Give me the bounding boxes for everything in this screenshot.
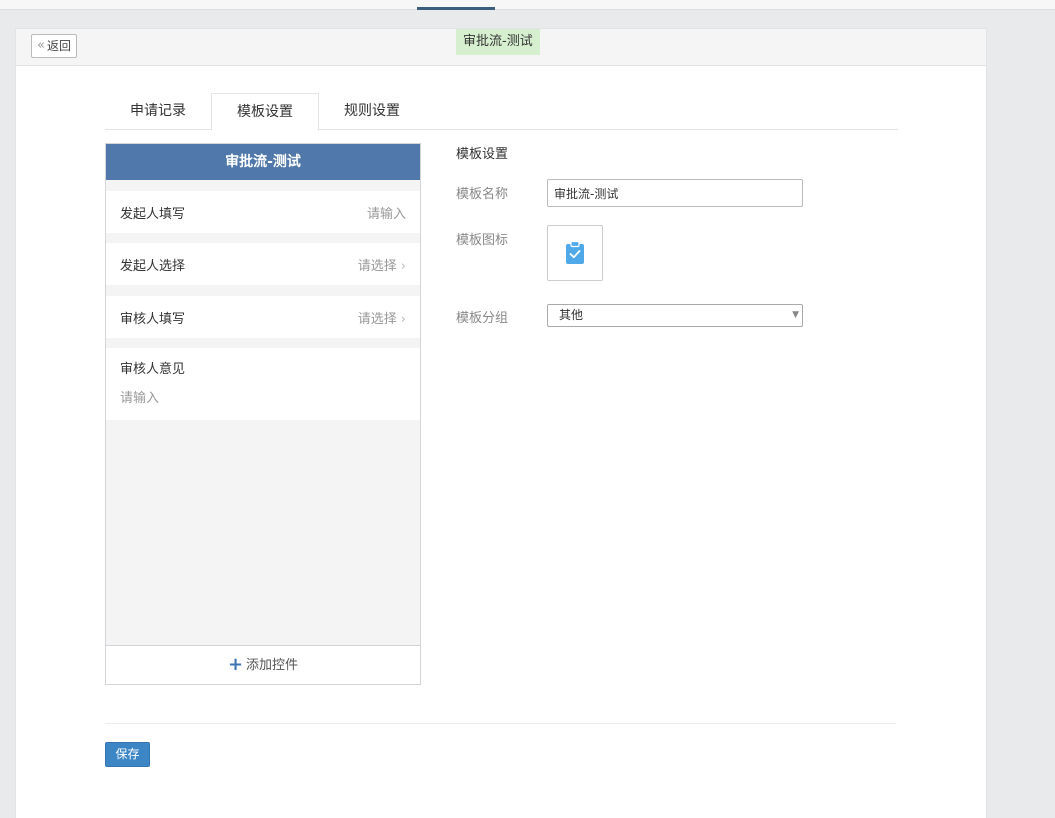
add-control-label: 添加控件 [246, 658, 299, 673]
preview-field-initiator-input[interactable]: 发起人填写 请输入 [106, 191, 420, 233]
top-strip [0, 0, 1055, 10]
back-label: 返回 [46, 39, 71, 53]
field-placeholder: 请输入 [366, 206, 406, 222]
field-label: 发起人选择 [120, 258, 186, 274]
caret-down-icon: ▼ [792, 310, 799, 320]
preview-field-reviewer-input[interactable]: 审核人填写 请选择 › [106, 296, 420, 338]
footer-divider [105, 723, 896, 724]
field-label: 审核人填写 [120, 311, 186, 327]
main-card: « 返回 审批流-测试 申请记录 模板设置 规则设置 审批流-测试 发起人填写 … [15, 28, 987, 818]
field-placeholder: 请选择 [357, 258, 397, 274]
template-icon-picker[interactable] [547, 225, 603, 281]
selected-group: 其他 [559, 308, 584, 322]
preview-field-reviewer-opinion[interactable]: 审核人意见 请输入 [106, 348, 420, 420]
clipboard-check-icon [566, 241, 584, 264]
back-button[interactable]: « 返回 [31, 34, 77, 58]
save-button[interactable]: 保存 [105, 742, 150, 767]
chevron-right-icon: › [400, 311, 406, 327]
preview-title: 审批流-测试 [106, 144, 420, 180]
field-placeholder: 请输入 [120, 391, 160, 406]
preview-field-initiator-select[interactable]: 发起人选择 请选择 › [106, 243, 420, 285]
add-control-button[interactable]: + 添加控件 [106, 645, 420, 684]
tab-rule-settings[interactable]: 规则设置 [319, 93, 425, 130]
template-name-input[interactable] [547, 179, 803, 207]
template-name-label: 模板名称 [456, 187, 509, 202]
tab-apply-records[interactable]: 申请记录 [105, 93, 211, 130]
field-placeholder: 请选择 [357, 311, 397, 327]
tab-template-settings[interactable]: 模板设置 [211, 93, 319, 131]
field-label: 发起人填写 [120, 206, 186, 222]
template-group-select[interactable]: 其他 ▼ [547, 304, 803, 327]
template-group-label: 模板分组 [456, 311, 509, 326]
field-label: 审核人意见 [120, 362, 186, 377]
plus-icon: + [227, 654, 244, 675]
form-preview-panel: 审批流-测试 发起人填写 请输入 发起人选择 请选择 › 审核人填写 请选择 › 审… [105, 143, 421, 685]
chevron-right-icon: › [400, 258, 406, 274]
template-icon-label: 模板图标 [456, 233, 509, 248]
tab-bar: 申请记录 模板设置 规则设置 [105, 93, 898, 131]
page-title: 审批流-测试 [456, 29, 540, 55]
card-header: « 返回 审批流-测试 [16, 29, 986, 66]
settings-title: 模板设置 [456, 147, 509, 162]
double-chevron-left-icon: « [37, 38, 45, 53]
active-nav-indicator [417, 7, 495, 10]
